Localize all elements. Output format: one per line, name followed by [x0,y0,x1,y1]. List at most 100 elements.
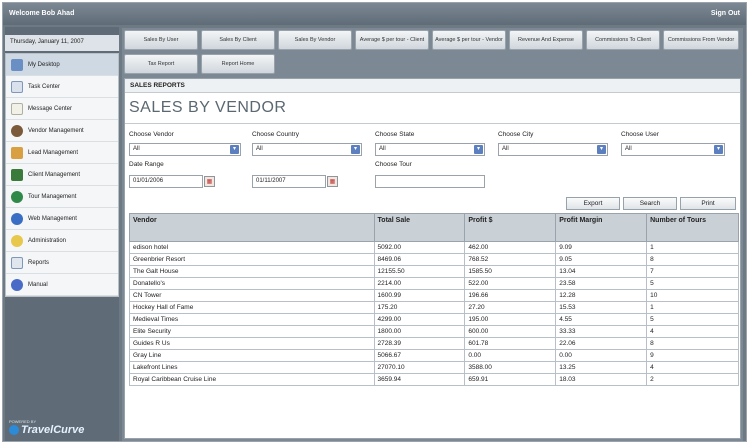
table-cell: Hockey Hall of Fame [129,301,375,314]
sidebar-item-web-management[interactable]: Web Management [6,208,118,230]
export-button[interactable]: Export [566,197,620,210]
sidebar-item-tour-management[interactable]: Tour Management [6,186,118,208]
table-cell: 33.33 [555,325,648,338]
table-cell: 522.00 [464,277,557,290]
tab-commissions-to-client[interactable]: Commissions To Client [586,30,660,50]
table-cell: 5 [646,277,739,290]
tab-average-per-tour-vendor[interactable]: Average $ per tour - Vendor [432,30,506,50]
table-cell: 13.04 [555,265,648,278]
table-cell: Medieval Times [129,313,375,326]
table-row: Hockey Hall of Fame 175.20 27.20 15.53 1 [129,301,739,314]
sidebar-item-label: Vendor Management [28,127,84,134]
table-row: Elite Security 1800.00 600.00 33.33 4 [129,325,739,338]
table-cell: 1585.50 [464,265,557,278]
calendar-icon[interactable]: ▦ [204,176,215,187]
vendor-icon [11,124,23,137]
table-cell: Elite Security [129,325,375,338]
print-button[interactable]: Print [680,197,736,210]
table-cell: 2214.00 [373,277,466,290]
vendor-select-value: All [133,146,140,152]
table-cell: 23.58 [555,277,648,290]
state-select[interactable]: All ▾ [375,143,485,156]
tab-average-per-tour-client[interactable]: Average $ per tour - Client [355,30,429,50]
city-select-value: All [502,146,509,152]
state-select-value: All [379,146,386,152]
sidebar-item-message-center[interactable]: Message Center [6,98,118,120]
message-icon [11,102,23,115]
welcome-text: Welcome Bob Ahad [9,10,75,17]
manual-icon [11,278,23,291]
sidebar-item-label: Manual [28,281,48,288]
column-header-vendor[interactable]: Vendor [129,213,375,242]
sidebar-item-lead-management[interactable]: Lead Management [6,142,118,164]
tab-commissions-from-vendor[interactable]: Commissions From Vendor [663,30,739,50]
table-cell: 175.20 [373,301,466,314]
city-label: Choose City [498,131,534,138]
table-cell: 1600.99 [373,289,466,302]
chevron-down-icon: ▾ [351,145,360,154]
search-button[interactable]: Search [623,197,677,210]
table-cell: 195.00 [464,313,557,326]
table-cell: 659.91 [464,373,557,386]
table-cell: edison hotel [129,241,375,254]
tab-sales-by-vendor[interactable]: Sales By Vendor [278,30,352,50]
date-from-input[interactable]: 01/01/2006 [129,175,203,188]
globe-icon [11,190,23,203]
tab-tax-report[interactable]: Tax Report [124,54,198,74]
app-window: Welcome Bob Ahad Sign Out Thursday, Janu… [2,2,747,442]
calendar-icon[interactable]: ▦ [327,176,338,187]
panel-heading: SALES REPORTS [125,79,740,93]
tab-sales-by-user[interactable]: Sales By User [124,30,198,50]
table-cell: 4 [646,361,739,374]
sidebar-item-client-management[interactable]: Client Management [6,164,118,186]
sidebar-item-label: Message Center [28,105,73,112]
sidebar-item-label: Administration [28,237,67,244]
column-header-profit[interactable]: Profit $ [464,213,557,242]
sidebar-menu: My Desktop Task Center Message Center Ve… [5,53,119,297]
sidebar-item-label: My Desktop [28,61,60,68]
sidebar-item-manual[interactable]: Manual [6,274,118,296]
table-cell: 18.03 [555,373,648,386]
sidebar-item-my-desktop[interactable]: My Desktop [6,54,118,76]
sidebar-item-label: Task Center [28,83,61,90]
sales-by-vendor-table: Vendor Total Sale Profit $ Profit Margin… [129,213,739,386]
column-header-number-of-tours[interactable]: Number of Tours [646,213,739,242]
column-header-total-sale[interactable]: Total Sale [373,213,466,242]
table-cell: 8 [646,253,739,266]
sidebar: Thursday, January 11, 2007 My Desktop Ta… [5,27,119,441]
table-row: Donatello's 2214.00 522.00 23.58 5 [129,277,739,290]
date-to-input[interactable]: 01/11/2007 [252,175,326,188]
sidebar-item-reports[interactable]: Reports [6,252,118,274]
city-select[interactable]: All ▾ [498,143,608,156]
date-range-label: Date Range [129,161,164,168]
tab-revenue-and-expense[interactable]: Revenue And Expense [509,30,583,50]
table-cell: 27.20 [464,301,557,314]
table-cell: 1 [646,301,739,314]
sidebar-item-administration[interactable]: Administration [6,230,118,252]
task-icon [11,80,23,93]
table-cell: 9.09 [555,241,648,254]
main-content: Sales By User Sales By Client Sales By V… [122,28,743,441]
sign-out-link[interactable]: Sign Out [711,10,740,17]
web-icon [11,212,23,225]
table-cell: 4299.00 [373,313,466,326]
table-row: The Galt House 12155.50 1585.50 13.04 7 [129,265,739,278]
table-cell: 9 [646,349,739,362]
lead-icon [11,146,23,159]
table-cell: 2728.39 [373,337,466,350]
sidebar-item-label: Lead Management [28,149,79,156]
tour-input[interactable] [375,175,485,188]
sidebar-item-vendor-management[interactable]: Vendor Management [6,120,118,142]
user-select[interactable]: All ▾ [621,143,725,156]
sales-report-panel: SALES REPORTS SALES BY VENDOR Choose Ven… [124,78,741,439]
table-cell: Greenbrier Resort [129,253,375,266]
vendor-select[interactable]: All ▾ [129,143,241,156]
tab-sales-by-client[interactable]: Sales By Client [201,30,275,50]
country-select[interactable]: All ▾ [252,143,362,156]
sidebar-item-task-center[interactable]: Task Center [6,76,118,98]
admin-icon [11,234,23,247]
tab-report-home[interactable]: Report Home [201,54,275,74]
column-header-profit-margin[interactable]: Profit Margin [555,213,648,242]
table-row: Lakefront Lines 27070.10 3588.00 13.25 4 [129,361,739,374]
sidebar-item-label: Reports [28,259,50,266]
